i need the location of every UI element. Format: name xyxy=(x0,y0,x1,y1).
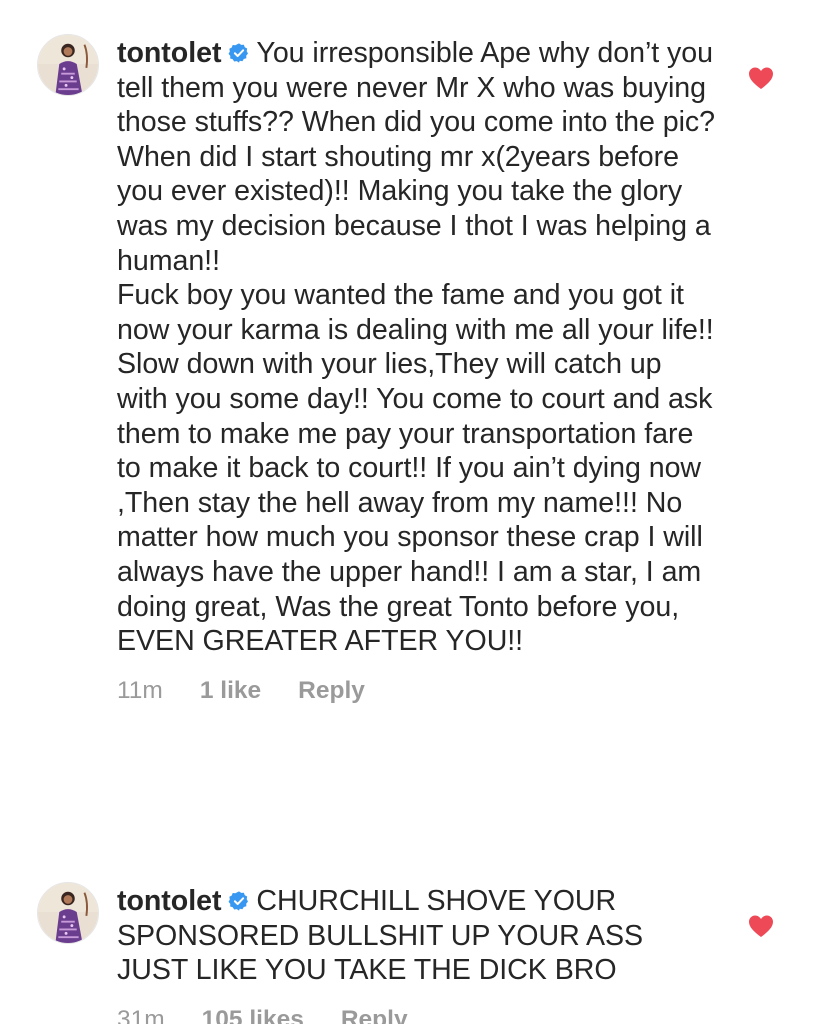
user-avatar[interactable] xyxy=(37,882,99,944)
likes-count-link[interactable]: 105 likes xyxy=(202,1006,304,1024)
likes-count-link[interactable]: 1 like xyxy=(200,677,261,705)
avatar-image xyxy=(38,883,98,943)
comment-timestamp: 11m xyxy=(117,676,163,704)
comment-meta: 31m 105 likes Reply xyxy=(117,1006,717,1024)
user-avatar[interactable] xyxy=(37,34,99,96)
comments-screen: tontolet You irresponsible Ape why don’t … xyxy=(0,0,819,1024)
heart-filled-icon[interactable] xyxy=(748,66,774,90)
comment-body: tontolet CHURCHILL SHOVE YOUR SPONSORED B… xyxy=(117,884,717,1024)
avatar-image xyxy=(38,35,98,95)
comment-text-block: tontolet You irresponsible Ape why don’t … xyxy=(117,36,717,659)
comment-text-block: tontolet CHURCHILL SHOVE YOUR SPONSORED B… xyxy=(117,884,717,988)
comment-meta: 11m 1 like Reply xyxy=(117,677,717,705)
reply-button[interactable]: Reply xyxy=(298,677,365,705)
username-link[interactable]: tontolet xyxy=(117,885,221,917)
comment-body: tontolet You irresponsible Ape why don’t … xyxy=(117,36,717,705)
heart-filled-icon[interactable] xyxy=(748,914,774,938)
comment-timestamp: 31m xyxy=(117,1005,165,1024)
reply-button[interactable]: Reply xyxy=(341,1006,408,1024)
verified-badge-icon xyxy=(228,890,250,912)
verified-badge-icon xyxy=(228,42,250,64)
username-link[interactable]: tontolet xyxy=(117,37,221,69)
comment-text: You irresponsible Ape why don’t you tell… xyxy=(117,37,716,658)
